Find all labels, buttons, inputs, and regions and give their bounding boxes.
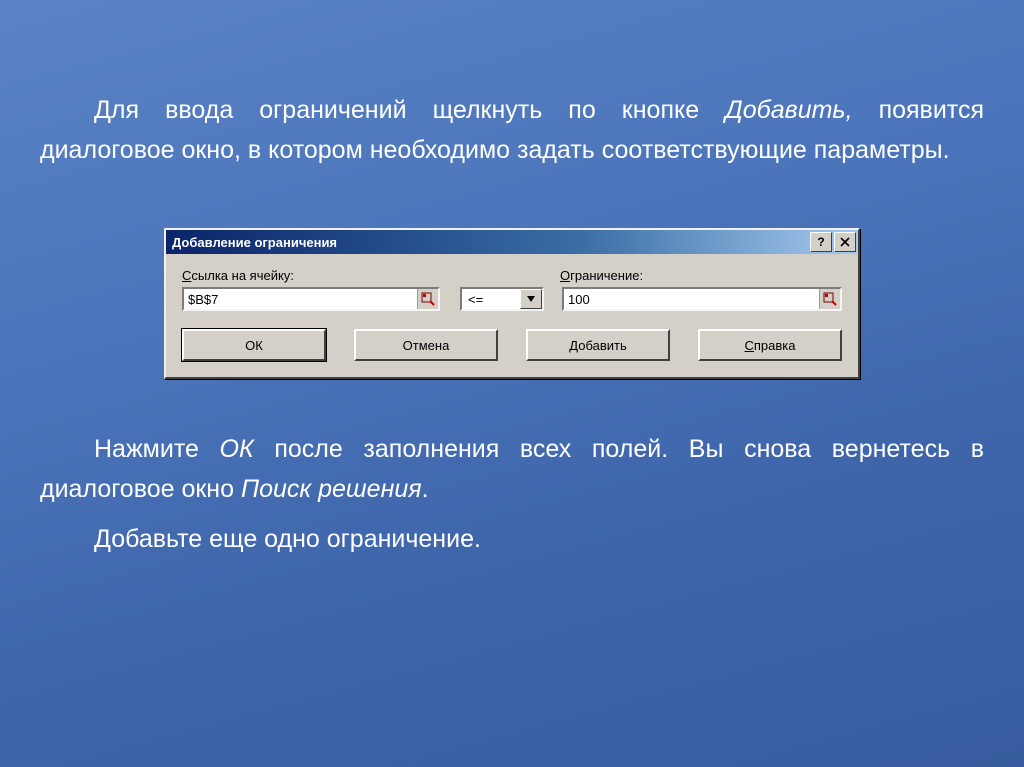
operator-dropdown-button[interactable] — [520, 289, 542, 309]
cell-ref-label: Ссылка на ячейку: — [182, 268, 462, 283]
add-button[interactable]: Добавить — [526, 329, 670, 361]
outro2: Добавьте еще одно ограничение. — [94, 525, 481, 553]
intro-text-a: Для ввода ограничений щелкнуть по кнопке — [94, 96, 725, 124]
constraint-input[interactable] — [564, 289, 819, 309]
cell-ref-input[interactable] — [184, 289, 417, 309]
labels-row: Ссылка на ячейку: Ограничение: — [182, 268, 842, 283]
ok-button-label: ОК — [245, 338, 263, 353]
ok-button[interactable]: ОК — [182, 329, 326, 361]
add-constraint-dialog: Добавление ограничения ? Ссылка на ячейк… — [164, 228, 860, 379]
operator-label-spacer — [462, 268, 560, 283]
outro-paragraph-1: Нажмите ОК после заполнения всех полей. … — [40, 429, 984, 509]
constraint-field — [562, 287, 842, 311]
range-picker-icon — [823, 292, 837, 306]
outro-paragraph-2: Добавьте еще одно ограничение. — [40, 519, 984, 559]
outro1-b: ОК — [220, 435, 254, 463]
buttons-row: ОК Отмена Добавить Справка — [182, 329, 842, 361]
range-picker-icon — [421, 292, 435, 306]
help-dialog-button[interactable]: Справка — [698, 329, 842, 361]
chevron-down-icon — [527, 296, 535, 302]
question-mark-icon: ? — [817, 235, 824, 249]
fields-row: <= — [182, 287, 842, 311]
close-icon — [840, 237, 850, 247]
cancel-button[interactable]: Отмена — [354, 329, 498, 361]
add-button-label: Добавить — [569, 338, 626, 353]
cell-ref-field — [182, 287, 440, 311]
constraint-picker-button[interactable] — [819, 289, 840, 309]
operator-select[interactable]: <= — [460, 287, 544, 311]
intro-paragraph: Для ввода ограничений щелкнуть по кнопке… — [40, 90, 984, 170]
help-button[interactable]: ? — [810, 232, 832, 252]
outro1-a: Нажмите — [94, 435, 220, 463]
cell-ref-picker-button[interactable] — [417, 289, 438, 309]
outro1-e: . — [422, 475, 429, 503]
constraint-label: Ограничение: — [560, 268, 842, 283]
dialog-titlebar[interactable]: Добавление ограничения ? — [166, 230, 858, 254]
dialog-title: Добавление ограничения — [172, 235, 808, 250]
help-button-label: Справка — [745, 338, 796, 353]
operator-value: <= — [462, 289, 520, 309]
dialog-client-area: Ссылка на ячейку: Ограничение: — [166, 254, 858, 377]
intro-text-b: Добавить, — [725, 96, 852, 124]
slide: Для ввода ограничений щелкнуть по кнопке… — [0, 0, 1024, 767]
close-button[interactable] — [834, 232, 856, 252]
cancel-button-label: Отмена — [403, 338, 450, 353]
outro1-d: Поиск решения — [241, 475, 422, 503]
